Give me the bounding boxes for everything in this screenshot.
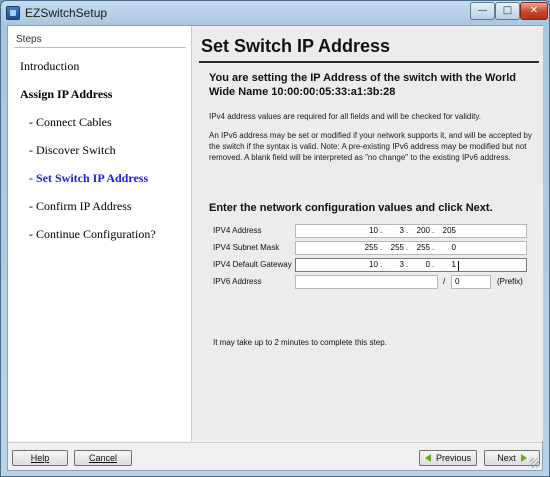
text-caret	[458, 261, 459, 271]
title-divider	[199, 61, 539, 63]
prefix-label: (Prefix)	[497, 277, 523, 286]
title-bar[interactable]: EZSwitchSetup — □ ✕	[1, 1, 549, 25]
duration-note: It may take up to 2 minutes to complete …	[213, 338, 387, 347]
ipv4-subnet-field[interactable]: 255 . 255 . 255 . 0	[295, 241, 527, 255]
ipv4-address-field[interactable]: 10 . 3 . 200 . 205	[295, 224, 527, 238]
main-panel: Set Switch IP Address You are setting th…	[193, 26, 543, 441]
octet-separator: .	[380, 243, 383, 252]
step-connect-cables: - Connect Cables	[29, 115, 112, 129]
ipv4-gateway-octet-2[interactable]: 3	[384, 260, 404, 269]
ipv4-gateway-field[interactable]: 10 . 3 . 0 . 1	[295, 258, 527, 272]
step-discover-switch: - Discover Switch	[29, 143, 116, 157]
step-assign-ip-address: Assign IP Address	[20, 87, 113, 101]
cancel-button-label: Cancel	[88, 453, 117, 463]
ipv4-gateway-octet-1[interactable]: 10	[358, 260, 378, 269]
step-set-switch-ip-address: - Set Switch IP Address	[29, 171, 149, 185]
ipv4-subnet-octet-1[interactable]: 255	[358, 243, 378, 252]
ipv4-address-octet-2[interactable]: 3	[384, 226, 404, 235]
ipv4-info-text: IPv4 address values are required for all…	[209, 112, 481, 121]
ipv4-gateway-octet-3[interactable]: 0	[410, 260, 430, 269]
octet-separator: .	[432, 226, 435, 235]
app-icon	[6, 6, 20, 20]
help-button-label: Help	[30, 453, 50, 463]
ipv4-address-octet-1[interactable]: 10	[358, 226, 378, 235]
window-title: EZSwitchSetup	[25, 6, 108, 20]
config-instruction: Enter the network configuration values a…	[209, 202, 493, 214]
ipv4-subnet-octet-2[interactable]: 255	[384, 243, 404, 252]
ipv4-address-octet-4[interactable]: 205	[436, 226, 456, 235]
ipv4-address-octet-3[interactable]: 200	[410, 226, 430, 235]
ipv4-subnet-octet-3[interactable]: 255	[410, 243, 430, 252]
ipv6-info-text: An IPv6 address may be set or modified i…	[209, 131, 532, 162]
ipv4-subnet-octet-4[interactable]: 0	[436, 243, 456, 252]
arrow-left-icon	[424, 454, 431, 462]
minimize-button[interactable]: —	[470, 2, 495, 20]
arrow-right-icon	[520, 454, 527, 462]
previous-button[interactable]: Previous	[419, 450, 477, 466]
octet-separator: .	[406, 243, 409, 252]
prefix-separator: /	[443, 277, 446, 286]
cancel-button[interactable]: Cancel	[74, 450, 132, 466]
ipv4-gateway-label: IPV4 Default Gateway	[213, 260, 292, 269]
ipv6-address-label: IPV6 Address	[213, 277, 262, 286]
ipv4-gateway-octet-4[interactable]: 1	[436, 260, 456, 269]
maximize-button[interactable]: □	[495, 2, 520, 20]
ipv6-prefix-field[interactable]: 0	[451, 275, 491, 289]
octet-separator: .	[380, 260, 383, 269]
app-window: EZSwitchSetup — □ ✕ Steps Introduction A…	[0, 0, 550, 477]
client-area: Steps Introduction Assign IP Address - C…	[7, 25, 543, 471]
step-confirm-ip-address: - Confirm IP Address	[29, 199, 132, 213]
octet-separator: .	[432, 243, 435, 252]
step-introduction: Introduction	[20, 59, 80, 73]
next-button-label: Next	[497, 453, 516, 463]
octet-separator: .	[406, 226, 409, 235]
ipv4-address-label: IPV4 Address	[213, 226, 262, 235]
button-bar: Help Cancel Previous Next	[8, 442, 542, 470]
octet-separator: .	[406, 260, 409, 269]
octet-separator: .	[432, 260, 435, 269]
help-button[interactable]: Help	[12, 450, 68, 466]
steps-sidebar: Steps Introduction Assign IP Address - C…	[8, 26, 192, 441]
sidebar-divider	[14, 47, 186, 48]
steps-heading: Steps	[16, 34, 42, 45]
ipv4-subnet-label: IPV4 Subnet Mask	[213, 243, 280, 252]
wwn-message: You are setting the IP Address of the sw…	[209, 72, 517, 98]
previous-button-label: Previous	[435, 453, 471, 463]
octet-separator: .	[380, 226, 383, 235]
step-continue-configuration: - Continue Configuration?	[29, 227, 156, 241]
resize-grip-icon[interactable]	[530, 458, 540, 468]
close-button[interactable]: ✕	[520, 2, 548, 20]
ipv6-address-field[interactable]	[295, 275, 438, 289]
page-title: Set Switch IP Address	[201, 36, 391, 56]
